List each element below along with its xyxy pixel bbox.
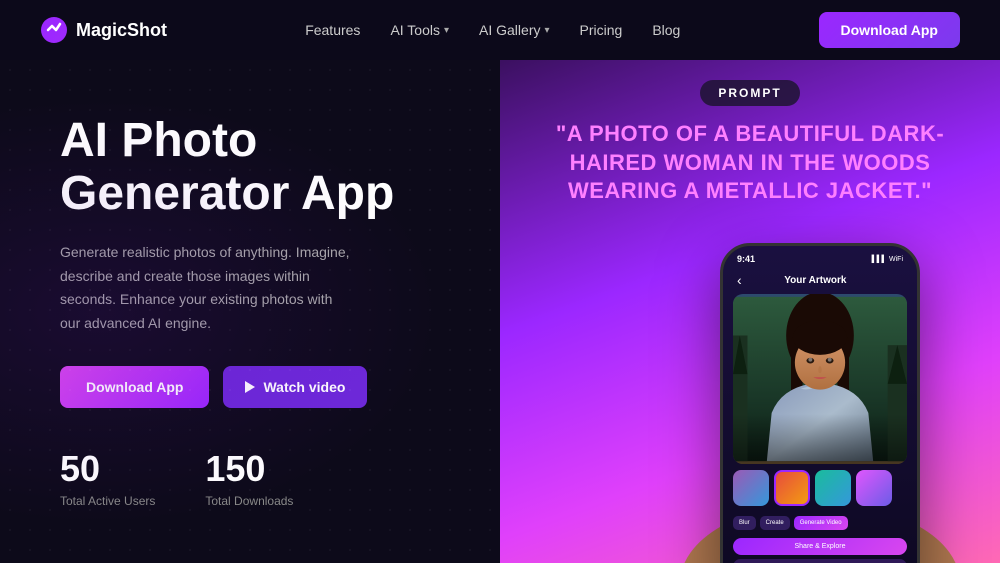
hero-left-panel: AI Photo Generator App Generate realisti… [0, 60, 500, 563]
nav-link-blog[interactable]: Blog [652, 22, 680, 38]
phone-thumbnails [723, 464, 917, 512]
hero-buttons: Download App Watch video [60, 366, 450, 408]
hero-right-panel: PROMPT "A PHOTO OF A BEAUTIFUL DARK-HAIR… [500, 60, 1000, 563]
hero-download-button[interactable]: Download App [60, 366, 209, 408]
nav-link-aigallery[interactable]: AI Gallery ▾ [479, 22, 550, 38]
phone-ai-image [733, 294, 907, 464]
blur-action-btn[interactable]: Blur [733, 516, 756, 530]
main-content: AI Photo Generator App Generate realisti… [0, 60, 1000, 563]
play-icon [245, 381, 255, 393]
hero-watch-button[interactable]: Watch video [223, 366, 367, 408]
nav-link-aitools[interactable]: AI Tools ▾ [390, 22, 449, 38]
create-action-btn[interactable]: Create [760, 516, 790, 530]
nav-link-features[interactable]: Features [305, 22, 360, 38]
phone-screen: 9:41 ▐▐▐ WiFi ‹ Your Artwork [723, 246, 917, 563]
nav-links: Features AI Tools ▾ AI Gallery ▾ Pricing… [305, 22, 680, 38]
logo[interactable]: MagicShot [40, 16, 167, 44]
thumbnail-1[interactable] [733, 470, 769, 506]
signal-icon: ▐▐▐ [869, 256, 884, 263]
phone-hand: 9:41 ▐▐▐ WiFi ‹ Your Artwork [660, 243, 980, 563]
stat-downloads: 150 Total Downloads [205, 448, 293, 508]
thumbnail-3[interactable] [815, 470, 851, 506]
navigation: MagicShot Features AI Tools ▾ AI Gallery… [0, 0, 1000, 60]
phone-screen-title: Your Artwork [784, 275, 846, 286]
generate-action-btn[interactable]: Generate Video [794, 516, 848, 530]
chevron-down-icon: ▾ [444, 25, 449, 36]
phone-body: 9:41 ▐▐▐ WiFi ‹ Your Artwork [720, 243, 920, 563]
nav-download-button[interactable]: Download App [819, 12, 960, 48]
phone-mockup: 9:41 ▐▐▐ WiFi ‹ Your Artwork [660, 233, 980, 563]
logo-text: MagicShot [76, 20, 167, 41]
phone-status-bar: 9:41 ▐▐▐ WiFi [723, 246, 917, 268]
share-explore-button[interactable]: Share & Explore [733, 538, 907, 555]
logo-icon [40, 16, 68, 44]
stat-downloads-label: Total Downloads [205, 494, 293, 508]
hero-title: AI Photo Generator App [60, 115, 450, 221]
prompt-text: "A PHOTO OF A BEAUTIFUL DARK-HAIRED WOMA… [520, 120, 980, 206]
image-overlay [733, 414, 907, 464]
back-icon[interactable]: ‹ [737, 272, 742, 288]
phone-status-icons: ▐▐▐ WiFi [869, 256, 903, 263]
thumbnail-4[interactable] [856, 470, 892, 506]
phone-header: ‹ Your Artwork [723, 268, 917, 294]
stat-users-label: Total Active Users [60, 494, 155, 508]
prompt-badge: PROMPT [700, 80, 799, 106]
nav-link-pricing[interactable]: Pricing [580, 22, 623, 38]
chevron-down-icon: ▾ [544, 25, 549, 36]
stat-downloads-number: 150 [205, 448, 293, 490]
phone-time: 9:41 [737, 254, 755, 264]
stat-users-number: 50 [60, 448, 155, 490]
wifi-icon: WiFi [889, 256, 903, 263]
thumbnail-2[interactable] [774, 470, 810, 506]
phone-action-buttons: Blur Create Generate Video [723, 512, 917, 534]
stat-active-users: 50 Total Active Users [60, 448, 155, 508]
hero-description: Generate realistic photos of anything. I… [60, 241, 350, 336]
stats-row: 50 Total Active Users 150 Total Download… [60, 448, 450, 508]
phone-download-button[interactable]: Download [733, 559, 907, 563]
